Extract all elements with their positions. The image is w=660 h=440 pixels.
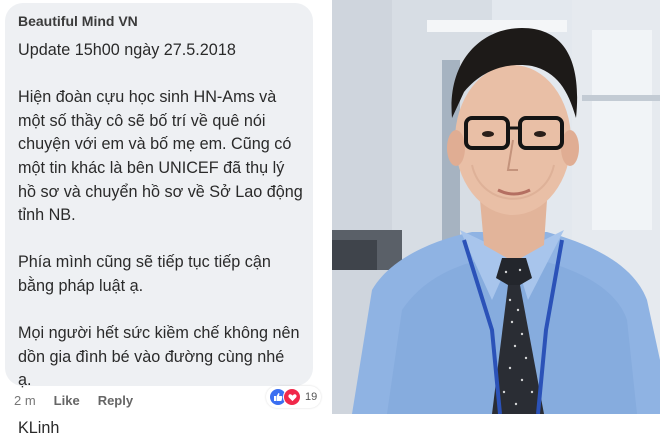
reaction-summary[interactable]: 19 — [266, 386, 321, 408]
reaction-count: 19 — [305, 391, 317, 403]
comment-line: một số thầy cô sẽ bố trí về quê nói — [18, 110, 312, 134]
comment-line: một tin khác là bên UNICEF đã thụ lý — [18, 157, 312, 181]
comment-bubble: Beautiful Mind VN Update 15h00 ngày 27.5… — [5, 3, 313, 386]
love-icon — [283, 388, 301, 406]
comment-signature: KLinh — [18, 417, 312, 440]
comment-line: Mọi người hết sức kiềm chế không nên — [18, 322, 312, 346]
comment-timestamp[interactable]: 2 m — [14, 393, 36, 408]
comment-line: Phía mình cũng sẽ tiếp tục tiếp cận — [18, 251, 312, 275]
comment-line: Hiện đoàn cựu học sinh HN-Ams và — [18, 86, 312, 110]
comment-line: dồn gia đình bé vào đường cùng nhé — [18, 346, 312, 370]
selfie-photo — [332, 0, 660, 414]
comment-line: tỉnh NB. — [18, 204, 312, 228]
comment-line: Update 15h00 ngày 27.5.2018 — [18, 39, 312, 63]
like-button[interactable]: Like — [54, 393, 80, 408]
comment-line: hồ sơ và chuyển hồ sơ về Sở Lao động — [18, 181, 312, 205]
reply-button[interactable]: Reply — [98, 393, 133, 408]
photo-illustration — [332, 0, 660, 414]
comment-actions: 2 m Like Reply — [14, 393, 133, 408]
comment-line: bằng pháp luật ạ. — [18, 275, 312, 299]
comment-panel: Beautiful Mind VN Update 15h00 ngày 27.5… — [0, 0, 330, 414]
comment-body: Update 15h00 ngày 27.5.2018 Hiện đoàn cự… — [18, 39, 312, 440]
comment-author[interactable]: Beautiful Mind VN — [18, 13, 138, 29]
comment-line: chuyện với em và bố mẹ em. Cũng có — [18, 133, 312, 157]
